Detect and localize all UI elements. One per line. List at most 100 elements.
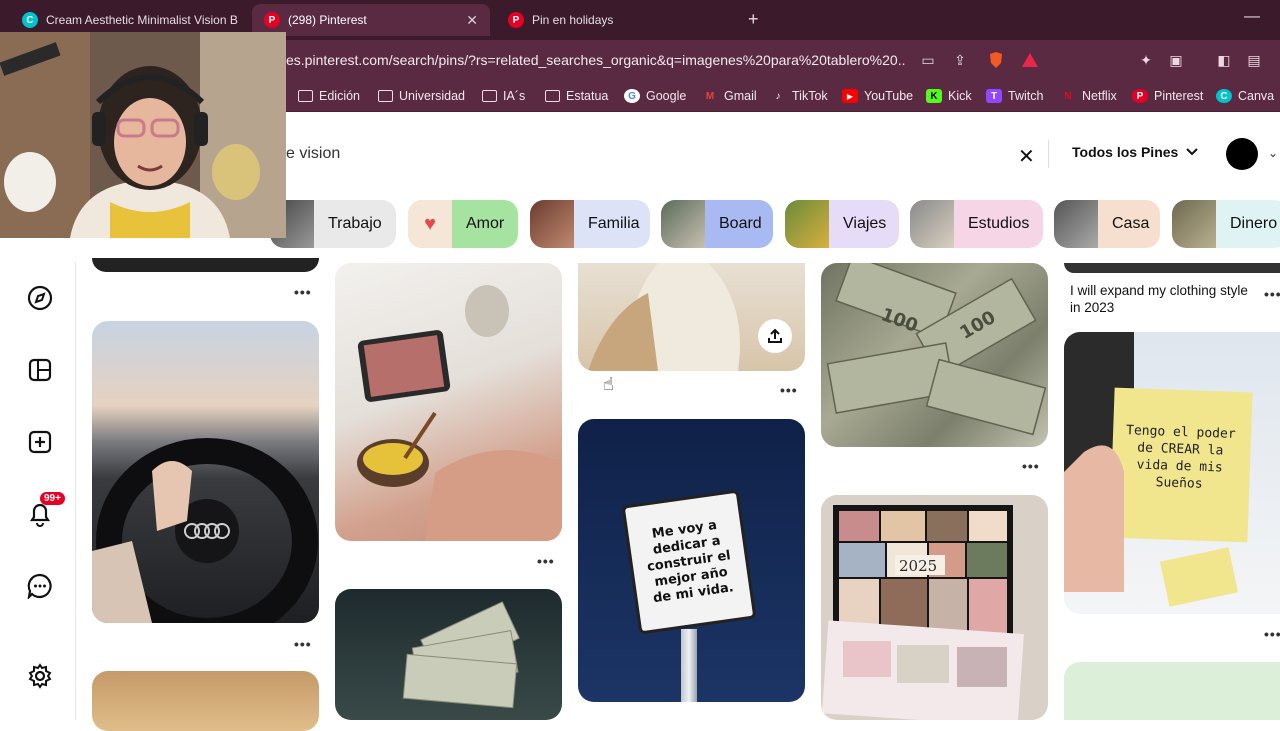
pin-image-money[interactable] bbox=[335, 589, 562, 720]
pin-image[interactable] bbox=[92, 671, 319, 731]
boards-icon[interactable] bbox=[26, 356, 54, 384]
tab-title: Pin en holidays bbox=[532, 13, 614, 27]
sticky-note-text: Tengo el poder de CREAR la vida de mis S… bbox=[1125, 423, 1236, 492]
account-chevron-icon[interactable]: ⌄ bbox=[1268, 146, 1278, 160]
pin-image[interactable] bbox=[92, 258, 319, 272]
pin-caption[interactable]: I will expand my clothing style in 2023 bbox=[1070, 282, 1250, 316]
bookmark-label: YouTube bbox=[864, 89, 914, 103]
pin-image-sign[interactable]: Me voy a dedicar a construir el mejor añ… bbox=[578, 419, 805, 702]
pin-image-sticky-note[interactable]: Tengo el poder de CREAR la vida de mis S… bbox=[1064, 332, 1280, 614]
pin-more-options-icon[interactable]: ••• bbox=[1264, 626, 1280, 642]
webcam-overlay bbox=[0, 32, 286, 238]
share-pin-icon[interactable] bbox=[758, 319, 792, 353]
new-tab-button[interactable]: + bbox=[748, 9, 759, 30]
bookmark-folder-estatua[interactable]: Estatua bbox=[545, 86, 608, 106]
bookmark-label: Kick bbox=[948, 89, 972, 103]
bookmark-label: Netflix bbox=[1082, 89, 1117, 103]
folder-icon bbox=[378, 90, 393, 102]
canva-icon: C bbox=[1216, 89, 1232, 103]
chip-amor[interactable]: ♥ Amor bbox=[408, 200, 518, 248]
bookmark-twitch[interactable]: T Twitch bbox=[986, 86, 1043, 106]
reading-list-icon[interactable]: ▣ bbox=[1166, 50, 1186, 70]
bookmark-label: Twitch bbox=[1008, 89, 1044, 103]
bookmark-google[interactable]: G Google bbox=[624, 86, 686, 106]
google-icon: G bbox=[624, 89, 640, 103]
share-icon[interactable]: ⇪ bbox=[950, 50, 970, 70]
search-input[interactable]: e vision bbox=[270, 130, 1046, 178]
pin-more-options-icon[interactable]: ••• bbox=[294, 284, 312, 300]
pin-image[interactable] bbox=[1064, 662, 1280, 720]
extensions-icon[interactable]: ✦ bbox=[1136, 50, 1156, 70]
pin-more-options-icon[interactable]: ••• bbox=[537, 553, 555, 569]
bookmark-youtube[interactable]: ▶ YouTube bbox=[842, 86, 913, 106]
pin-more-options-icon[interactable]: ••• bbox=[1264, 286, 1280, 302]
tab-pin-holidays[interactable]: P Pin en holidays bbox=[496, 4, 736, 36]
bookmark-tiktok[interactable]: ♪ TikTok bbox=[770, 86, 828, 106]
wallet-icon[interactable]: ▤ bbox=[1244, 50, 1264, 70]
chip-board[interactable]: Board bbox=[661, 200, 773, 248]
chip-label: Dinero bbox=[1230, 215, 1278, 232]
chip-estudios[interactable]: Estudios bbox=[910, 200, 1043, 248]
chip-casa[interactable]: Casa bbox=[1054, 200, 1160, 248]
chip-dinero[interactable]: Dinero bbox=[1172, 200, 1280, 248]
tiktok-icon: ♪ bbox=[775, 90, 781, 102]
chip-thumbnail bbox=[1054, 200, 1098, 248]
create-plus-icon[interactable] bbox=[26, 428, 54, 456]
messages-icon[interactable] bbox=[26, 572, 54, 600]
pin-more-options-icon[interactable]: ••• bbox=[294, 636, 312, 652]
cast-icon[interactable]: ▭ bbox=[918, 50, 938, 70]
chip-thumbnail bbox=[530, 200, 574, 248]
pin-filter-dropdown[interactable]: Todos los Pines bbox=[1072, 144, 1199, 160]
url-text: es.pinterest.com/search/pins/?rs=related… bbox=[286, 52, 906, 68]
twitch-icon: T bbox=[986, 89, 1002, 103]
bookmark-gmail[interactable]: M Gmail bbox=[702, 86, 757, 106]
brave-shield-icon[interactable] bbox=[986, 50, 1006, 70]
netflix-icon: N bbox=[1064, 90, 1072, 102]
chip-label: Casa bbox=[1112, 215, 1150, 232]
search-query-text: e vision bbox=[286, 145, 341, 162]
pinterest-icon: P bbox=[1132, 89, 1148, 103]
side-navigation: 99+ bbox=[0, 262, 76, 720]
sidebar-toggle-icon[interactable]: ◧ bbox=[1214, 50, 1234, 70]
bookmark-folder-universidad[interactable]: Universidad bbox=[378, 86, 465, 106]
collage-year-text: 2025 bbox=[899, 557, 937, 575]
bookmark-pinterest[interactable]: P Pinterest bbox=[1132, 86, 1203, 106]
explore-compass-icon[interactable] bbox=[26, 284, 54, 312]
pin-more-options-icon[interactable]: ••• bbox=[780, 382, 798, 398]
pin-more-options-icon[interactable]: ••• bbox=[1022, 458, 1040, 474]
settings-gear-icon[interactable] bbox=[26, 662, 54, 690]
avatar[interactable] bbox=[1226, 138, 1258, 170]
chip-viajes[interactable]: Viajes bbox=[785, 200, 899, 248]
clear-search-icon[interactable]: ✕ bbox=[1018, 144, 1035, 169]
chip-label: Amor bbox=[466, 215, 505, 232]
bookmark-label: IA´s bbox=[503, 89, 526, 103]
bookmark-label: Universidad bbox=[399, 89, 466, 103]
close-tab-icon[interactable]: ✕ bbox=[466, 12, 478, 29]
pin-image-woman-dress[interactable] bbox=[578, 263, 805, 371]
pin-image-tablet-bed[interactable] bbox=[335, 263, 562, 541]
filter-label: Todos los Pines bbox=[1072, 144, 1179, 160]
folder-icon bbox=[482, 90, 497, 102]
notifications-bell-icon[interactable]: 99+ bbox=[26, 492, 65, 528]
pin-image-vision-collage[interactable]: 2025 bbox=[821, 495, 1048, 720]
bookmark-canva[interactable]: C Canva bbox=[1216, 86, 1274, 106]
kick-icon: K bbox=[926, 89, 942, 103]
chip-trabajo[interactable]: Trabajo bbox=[270, 200, 396, 248]
sign-board: Me voy a dedicar a construir el mejor añ… bbox=[621, 489, 757, 635]
pin-image[interactable] bbox=[1064, 263, 1280, 273]
tab-title: Cream Aesthetic Minimalist Vision Bo bbox=[46, 13, 238, 27]
heart-icon: ♥ bbox=[408, 200, 452, 248]
tab-pinterest-active[interactable]: P (298) Pinterest ✕ bbox=[252, 4, 490, 36]
pin-image-car-steering[interactable] bbox=[92, 321, 319, 623]
bookmark-folder-edicion[interactable]: Edición bbox=[298, 86, 360, 106]
bookmark-kick[interactable]: K Kick bbox=[926, 86, 972, 106]
bookmark-label: Gmail bbox=[724, 89, 757, 103]
chip-thumbnail bbox=[785, 200, 829, 248]
brave-rewards-icon[interactable] bbox=[1020, 50, 1040, 70]
sign-pole bbox=[681, 629, 697, 702]
bookmark-netflix[interactable]: N Netflix bbox=[1060, 86, 1117, 106]
pin-image-dollars[interactable]: 100 100 bbox=[821, 263, 1048, 447]
minimize-window-button[interactable]: — bbox=[1244, 8, 1260, 26]
bookmark-folder-ias[interactable]: IA´s bbox=[482, 86, 525, 106]
chip-familia[interactable]: Familia bbox=[530, 200, 650, 248]
